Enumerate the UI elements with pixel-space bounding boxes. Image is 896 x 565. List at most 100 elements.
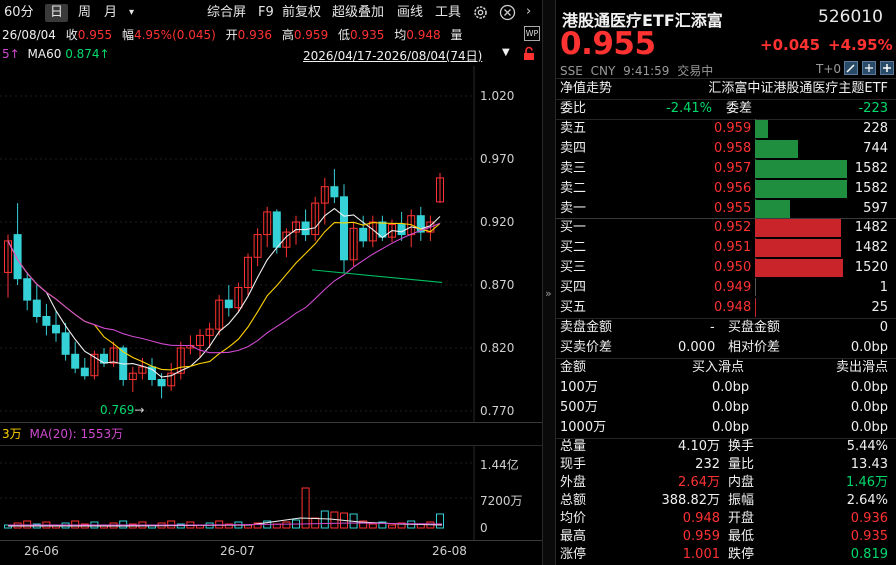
stat-label: 现手 xyxy=(560,457,587,472)
book-level-label: 卖五 xyxy=(560,121,587,136)
slippage-col-amount: 金额 xyxy=(560,360,587,375)
ask-row[interactable]: 卖二 0.956 1582 xyxy=(556,179,896,199)
slippage-amount: 1000万 xyxy=(560,420,607,435)
volume-info: 3万 MA(20): 1553万 xyxy=(2,425,123,442)
stat-value: 1.46万 xyxy=(846,475,888,490)
stat-label: 总额 xyxy=(560,493,587,508)
rel-spread-value: 0.0bp xyxy=(850,340,888,355)
slippage-row: 100万 0.0bp 0.0bp xyxy=(556,378,896,398)
period-day-tab[interactable]: 日 xyxy=(45,4,69,22)
stats-row: 总额 388.82万 振幅 2.64% xyxy=(556,492,896,510)
stats-row: 涨停 1.001 跌停 0.819 xyxy=(556,546,896,564)
bid-row[interactable]: 买四 0.949 1 xyxy=(556,278,896,298)
candle-body xyxy=(272,211,281,248)
price-tick-label: 0.970 xyxy=(480,152,515,166)
slippage-sell: 0.0bp xyxy=(850,400,888,415)
date-tick-label: 26-06 xyxy=(24,544,59,558)
stat-label: 涨停 xyxy=(560,547,587,562)
stat-value: 0.935 xyxy=(850,529,888,544)
weibi-row: 委比 -2.41% 委差 -223 xyxy=(556,99,896,119)
volume-tick-label: 0 xyxy=(480,521,488,535)
slippage-col-buy: 买入滑点 xyxy=(692,360,745,375)
ma5-line xyxy=(7,207,441,378)
spread-label: 买卖价差 xyxy=(560,340,613,355)
settle-mode: T+0 xyxy=(816,62,842,76)
bid-row[interactable]: 买一 0.952 1482 xyxy=(556,218,896,238)
quote-time: 9:41:59 xyxy=(623,64,670,78)
candle-body xyxy=(301,221,310,236)
last-price: 0.955 xyxy=(560,26,656,62)
weicha-label: 委差 xyxy=(726,101,753,116)
add-icon[interactable] xyxy=(880,61,894,78)
stat-value: 388.82万 xyxy=(661,493,721,508)
quote-panel: 港股通医疗ETF汇添富 526010 0.955 +0.045 +4.95% S… xyxy=(556,0,896,565)
adjust-button[interactable]: 前复权 xyxy=(282,4,321,22)
open-label: 开 xyxy=(225,28,238,42)
stat-value: 5.44% xyxy=(846,439,888,454)
period-month-tab[interactable]: 月 xyxy=(104,4,117,22)
edit-icon[interactable] xyxy=(844,61,858,78)
bid-row[interactable]: 买三 0.950 1520 xyxy=(556,258,896,278)
sell-amount-label: 卖盘金额 xyxy=(560,320,613,335)
tools-button[interactable]: 工具 xyxy=(435,4,461,22)
draw-line-button[interactable]: 画线 xyxy=(397,4,423,22)
price-change: +0.045 xyxy=(760,36,821,54)
amp-value: 4.95%(0.045) xyxy=(133,28,216,42)
bid-row[interactable]: 买五 0.948 25 xyxy=(556,298,896,318)
price-tick-label: 0.870 xyxy=(480,278,515,292)
volume-chart[interactable] xyxy=(0,446,542,540)
candle-body xyxy=(359,227,368,242)
f9-button[interactable]: F9 xyxy=(258,4,274,22)
volume-label: 量 xyxy=(450,28,463,42)
panel-collapse-handle[interactable]: » xyxy=(542,0,556,565)
date-range-selector[interactable]: 2026/04/17-2026/08/04(74日) xyxy=(303,47,482,64)
book-level-label: 卖一 xyxy=(560,201,587,216)
slippage-buy: 0.0bp xyxy=(712,400,750,415)
stat-label: 总量 xyxy=(560,439,587,454)
expand-icon[interactable] xyxy=(862,61,876,78)
ask-row[interactable]: 卖五 0.959 228 xyxy=(556,119,896,139)
lock-icon[interactable] xyxy=(522,46,536,64)
book-price: 0.956 xyxy=(714,181,752,196)
close-icon[interactable] xyxy=(499,4,516,24)
nav-row[interactable]: 净值走势 汇添富中证港股通医疗主题ETF xyxy=(556,79,896,99)
book-level-label: 买一 xyxy=(560,220,587,235)
candle-body xyxy=(157,379,166,387)
candle-body xyxy=(32,299,41,317)
book-level-label: 卖二 xyxy=(560,181,587,196)
volume-bar xyxy=(388,524,396,529)
spread-value: 0.000 xyxy=(678,340,716,355)
candle-body xyxy=(23,278,32,301)
range-dropdown-icon[interactable]: ▼ xyxy=(502,47,510,58)
ask-row[interactable]: 卖一 0.955 597 xyxy=(556,199,896,219)
close-label: 收 xyxy=(65,28,78,42)
wp-icon[interactable]: WP xyxy=(524,26,540,41)
period-week-tab[interactable]: 周 xyxy=(78,4,91,22)
slippage-row: 500万 0.0bp 0.0bp xyxy=(556,398,896,418)
candlestick-chart[interactable] xyxy=(0,66,542,422)
book-level-label: 买五 xyxy=(560,300,587,315)
low-label: 低 xyxy=(338,28,351,42)
book-volume: 1520 xyxy=(854,260,888,275)
trade-status: 交易中 xyxy=(677,64,714,78)
composite-screen-button[interactable]: 综合屏 xyxy=(207,4,246,22)
chart-panel: 60分 日 周 月 ▾ 综合屏 F9 前复权 超级叠加 画线 工具 › 26/0… xyxy=(0,0,542,565)
depth-bar xyxy=(755,259,843,277)
overlay-button[interactable]: 超级叠加 xyxy=(332,4,384,22)
period-60min-tab[interactable]: 60分 xyxy=(4,4,34,22)
close-value: 0.955 xyxy=(77,28,113,42)
ask-row[interactable]: 卖四 0.958 744 xyxy=(556,139,896,159)
weibi-value: -2.41% xyxy=(666,101,712,116)
low-marker-value: 0.769 xyxy=(100,403,135,417)
bid-row[interactable]: 买二 0.951 1482 xyxy=(556,238,896,258)
stat-value: 4.10万 xyxy=(678,439,720,454)
period-more-dropdown-icon[interactable]: ▾ xyxy=(129,4,134,22)
settings-icon[interactable] xyxy=(472,4,489,24)
chevron-right-icon[interactable]: › xyxy=(526,4,531,19)
ask-row[interactable]: 卖三 0.957 1582 xyxy=(556,159,896,179)
candle-body xyxy=(80,367,89,377)
stat-value: 1.001 xyxy=(682,547,720,562)
depth-bar xyxy=(755,200,790,218)
stat-label: 均价 xyxy=(560,511,587,526)
stat-label: 最高 xyxy=(560,529,587,544)
